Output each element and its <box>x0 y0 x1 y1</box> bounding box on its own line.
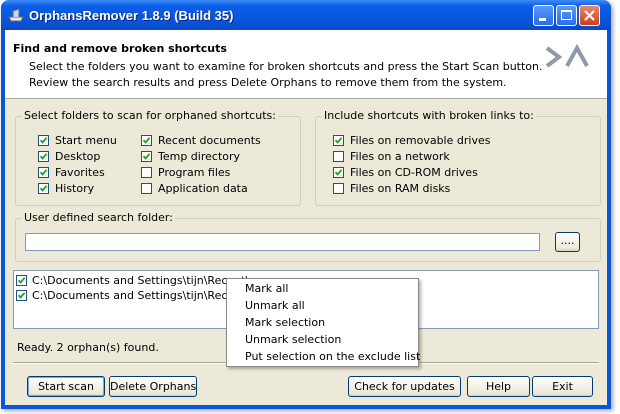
folder-label: Application data <box>158 182 248 195</box>
checkbox-box[interactable] <box>38 167 49 178</box>
minimize-icon <box>539 18 546 21</box>
checkmark-icon <box>39 169 48 176</box>
context-menu-item[interactable]: Mark all <box>245 282 288 295</box>
app-icon <box>8 8 24 22</box>
check-for-updates-button[interactable]: Check for updates <box>348 376 461 397</box>
checkmark-icon <box>39 153 48 160</box>
folder-label: Favorites <box>55 166 105 179</box>
close-button[interactable] <box>579 5 600 26</box>
checkbox-box[interactable] <box>141 135 152 146</box>
broken-link-label: Files on a network <box>350 150 450 163</box>
user-folder-legend: User defined search folder: <box>22 211 175 224</box>
checkbox-box[interactable] <box>38 135 49 146</box>
user-folder-input[interactable] <box>25 233 540 251</box>
exit-button[interactable]: Exit <box>532 376 593 397</box>
checkmark-icon <box>39 185 48 192</box>
close-icon <box>584 10 595 21</box>
checkbox-box[interactable] <box>141 167 152 178</box>
checkmark-icon <box>17 277 26 284</box>
header-instruction-2: Review the search results and press Dele… <box>29 76 507 89</box>
result-checkbox[interactable] <box>16 275 27 286</box>
help-button[interactable]: Help <box>467 376 530 397</box>
checkmark-icon <box>142 153 151 160</box>
checkmark-icon <box>39 137 48 144</box>
folder-label: Start menu <box>55 134 117 147</box>
checkmark-icon <box>334 137 343 144</box>
result-path: C:\Documents and Settings\tijn\Recent\ <box>32 289 250 302</box>
folder-label: Desktop <box>55 150 101 163</box>
context-menu-item[interactable]: Mark selection <box>245 316 325 329</box>
maximize-icon <box>561 10 572 20</box>
checkbox-box[interactable] <box>333 151 344 162</box>
broken-link-label: Files on removable drives <box>350 134 491 147</box>
checkbox-box[interactable] <box>141 183 152 194</box>
broken-links-legend: Include shortcuts with broken links to: <box>322 109 536 122</box>
checkmark-icon <box>17 292 26 299</box>
checkbox-box[interactable] <box>333 183 344 194</box>
folder-label: Program files <box>158 166 231 179</box>
checkmark-icon <box>142 137 151 144</box>
folder-label: History <box>55 182 95 195</box>
title-bar[interactable]: OrphansRemover 1.8.9 (Build 35) <box>1 0 611 30</box>
folders-legend: Select folders to scan for orphaned shor… <box>22 109 278 122</box>
checkbox-box[interactable] <box>141 151 152 162</box>
result-path: C:\Documents and Settings\tijn\Recent\ <box>32 274 250 287</box>
folder-label: Temp directory <box>158 150 241 163</box>
status-text: Ready. 2 orphan(s) found. <box>17 341 159 354</box>
checkbox-box[interactable] <box>333 135 344 146</box>
maximize-button[interactable] <box>556 5 577 26</box>
delete-orphans-button[interactable]: Delete Orphans <box>109 376 197 397</box>
header-instruction-1: Select the folders you want to examine f… <box>29 60 543 73</box>
minimize-button[interactable] <box>533 5 554 26</box>
checkbox-box[interactable] <box>38 183 49 194</box>
context-menu-item[interactable]: Put selection on the exclude list <box>245 350 420 363</box>
result-checkbox[interactable] <box>16 290 27 301</box>
header-title: Find and remove broken shortcuts <box>13 42 227 55</box>
broken-link-label: Files on RAM disks <box>350 182 451 195</box>
browse-button[interactable]: .... <box>555 232 580 252</box>
window-title: OrphansRemover 1.8.9 (Build 35) <box>29 8 234 23</box>
context-menu: Mark all Unmark all Mark selection Unmark s… <box>226 278 420 367</box>
checkmark-icon <box>334 169 343 176</box>
context-menu-item[interactable]: Unmark all <box>245 299 305 312</box>
folder-label: Recent documents <box>158 134 261 147</box>
brand-logo-icon <box>545 44 589 68</box>
start-scan-button[interactable]: Start scan <box>27 376 105 397</box>
context-menu-item[interactable]: Unmark selection <box>245 333 341 346</box>
header-panel: Find and remove broken shortcuts Select … <box>5 30 607 99</box>
broken-link-label: Files on CD-ROM drives <box>350 166 478 179</box>
checkbox-box[interactable] <box>38 151 49 162</box>
checkbox-box[interactable] <box>333 167 344 178</box>
